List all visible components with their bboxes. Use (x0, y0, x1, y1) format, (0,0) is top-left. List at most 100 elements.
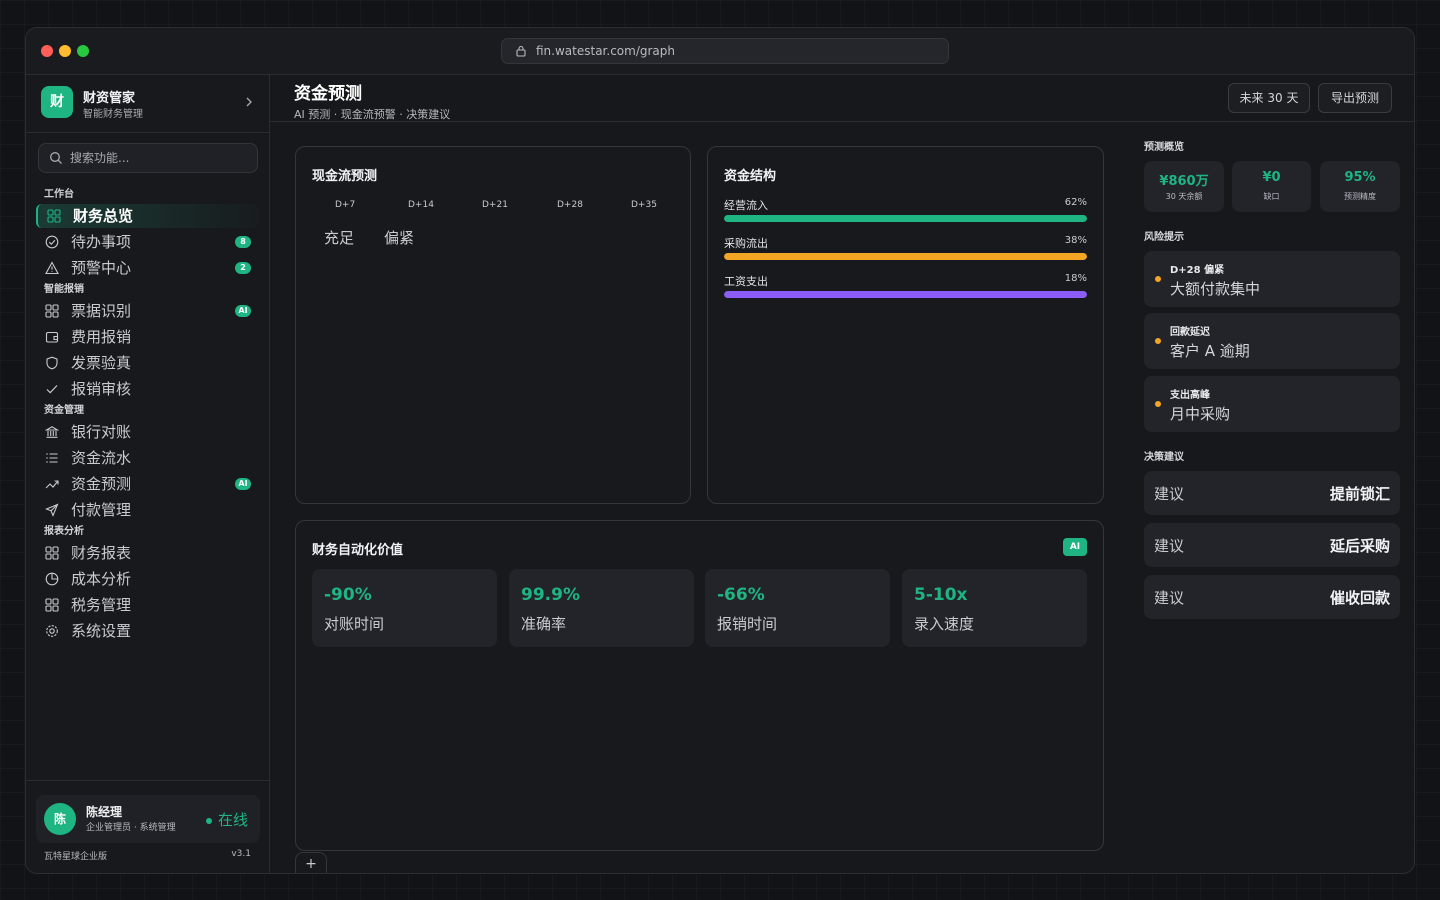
address-bar[interactable]: fin.watestar.com/graph (501, 38, 949, 64)
section-label-risks: 风险提示 (1144, 232, 1184, 243)
user-card[interactable]: 陈 陈经理 企业管理员 · 系统管理 在线 (36, 795, 260, 843)
lock-icon (516, 45, 526, 57)
bar-fill (724, 253, 1087, 260)
sidebar-item-alerts[interactable]: 预警中心 2 (36, 256, 259, 280)
bar-fill (724, 215, 1087, 222)
titlebar: fin.watestar.com/graph (26, 28, 1414, 75)
user-role: 企业管理员 · 系统管理 (86, 823, 176, 833)
sidebar-item-payments[interactable]: 付款管理 (36, 498, 259, 522)
kpi-tile: ¥0 缺口 (1232, 161, 1311, 212)
sidebar-item-expense-review[interactable]: 报销审核 (36, 377, 259, 401)
section-label-suggestions: 决策建议 (1144, 452, 1184, 463)
suggestion-action: 催收回款 (1329, 589, 1390, 607)
automation-value-card: 财务自动化价值 AI -90% 对账时间 99.9% 准确率 -66% 报销时间… (295, 520, 1104, 851)
trend-icon (45, 480, 59, 489)
sidebar-item-expense[interactable]: 费用报销 (36, 325, 259, 349)
brand-subtitle: 智能财务管理 (83, 109, 143, 120)
sidebar-item-label: 资金预测 (71, 475, 132, 493)
kpi-label: 预测精度 (1344, 192, 1376, 201)
search-placeholder: 搜索功能... (70, 151, 130, 165)
sidebar-item-financial-reports[interactable]: 财务报表 (36, 541, 259, 565)
maximize-window-button[interactable] (77, 45, 89, 57)
suggestion-prefix: 建议 (1154, 537, 1185, 555)
bar-percent: 62% (1064, 197, 1087, 208)
sidebar-item-todo[interactable]: 待办事项 8 (36, 230, 259, 254)
risk-item[interactable]: D+28 偏紧 大额付款集中 (1144, 251, 1400, 307)
suggestion-item[interactable]: 建议 催收回款 (1144, 575, 1400, 619)
structure-bar-row: 采购流出 38% (724, 235, 1087, 265)
count-badge: 8 (235, 236, 251, 248)
divider (26, 132, 269, 133)
metric-value: 99.9% (521, 585, 580, 605)
x-tick-label: D+35 (631, 200, 657, 210)
section-label-treasury: 资金管理 (44, 405, 84, 416)
brand-switcher[interactable]: 财 财资管家 智能财务管理 (41, 85, 256, 120)
sidebar-item-finance-overview[interactable]: 财务总览 (36, 204, 259, 228)
card-title: 财务自动化价值 (312, 543, 404, 558)
search-input[interactable]: 搜索功能... (38, 143, 258, 173)
sidebar-item-label: 资金流水 (71, 449, 132, 467)
sidebar-item-label: 税务管理 (71, 596, 132, 614)
sidebar-item-receipt-ocr[interactable]: 票据识别 AI (36, 299, 259, 323)
metric-label: 录入速度 (914, 615, 975, 633)
metric-label: 准确率 (521, 615, 567, 633)
legend-item: 充足 (324, 229, 355, 247)
x-tick-label: D+14 (408, 200, 434, 210)
kpi-value: ¥860万 (1159, 174, 1209, 189)
range-select-button[interactable]: 未来 30 天 (1228, 83, 1310, 113)
bar-percent: 18% (1064, 273, 1087, 284)
sidebar-item-cash-forecast[interactable]: 资金预测 AI (36, 472, 259, 496)
sidebar-item-label: 预警中心 (71, 259, 132, 277)
grid-icon (47, 209, 61, 223)
section-label-smart-expense: 智能报销 (44, 284, 84, 295)
sidebar-item-tax[interactable]: 税务管理 (36, 593, 259, 617)
suggestion-prefix: 建议 (1154, 485, 1185, 503)
sidebar-item-cash-flow[interactable]: 资金流水 (36, 446, 259, 470)
metric-label: 对账时间 (324, 615, 385, 633)
url-text: fin.watestar.com/graph (536, 44, 675, 58)
ai-badge: AI (1063, 538, 1087, 556)
metric-label: 报销时间 (717, 615, 778, 633)
fund-structure-card: 资金结构 经营流入 62% 采购流出 38% 工资支出 18% (707, 146, 1104, 504)
metric-value: 5-10x (914, 585, 968, 605)
page-subtitle: AI 预测 · 现金流预警 · 决策建议 (294, 108, 451, 121)
avatar: 陈 (44, 803, 76, 835)
suggestion-action: 延后采购 (1329, 537, 1390, 555)
risk-item[interactable]: 支出高峰 月中采购 (1144, 376, 1400, 432)
search-icon (50, 152, 62, 164)
metric-tile: 99.9% 准确率 (509, 569, 694, 647)
metric-tile: -66% 报销时间 (705, 569, 890, 647)
sidebar-item-cost-analysis[interactable]: 成本分析 (36, 567, 259, 591)
edition-label: 瓦特星球企业版 (44, 852, 108, 862)
suggestion-item[interactable]: 建议 提前锁汇 (1144, 471, 1400, 515)
bar-track (724, 253, 1087, 260)
warning-dot-icon (1155, 338, 1161, 344)
brand-logo: 财 (41, 86, 73, 118)
metric-tile: 5-10x 录入速度 (902, 569, 1087, 647)
risk-text: 大额付款集中 (1170, 280, 1261, 298)
export-button[interactable]: 导出预测 (1318, 83, 1392, 113)
sidebar-item-label: 票据识别 (71, 302, 132, 320)
bar-label: 经营流入 (724, 199, 768, 212)
grid-icon (45, 598, 59, 612)
structure-bar-row: 工资支出 18% (724, 273, 1087, 303)
sidebar-item-invoice-verify[interactable]: 发票验真 (36, 351, 259, 375)
minimize-window-button[interactable] (59, 45, 71, 57)
sidebar-item-label: 报销审核 (71, 380, 132, 398)
bar-label: 采购流出 (724, 237, 768, 250)
close-window-button[interactable] (41, 45, 53, 57)
metric-tile: -90% 对账时间 (312, 569, 497, 647)
list-icon (46, 453, 58, 463)
risk-item[interactable]: 回款延迟 客户 A 逾期 (1144, 313, 1400, 369)
metric-value: -66% (717, 585, 765, 605)
bar-percent: 38% (1064, 235, 1087, 246)
add-widget-button[interactable]: + (295, 852, 327, 873)
section-label-overview: 预测概览 (1144, 142, 1184, 153)
count-badge: 2 (235, 262, 251, 274)
sidebar: 财 财资管家 智能财务管理 搜索功能... 工作台 财务总览 待办事项 8 预警… (26, 75, 270, 873)
suggestion-item[interactable]: 建议 延后采购 (1144, 523, 1400, 567)
sidebar-item-settings[interactable]: 系统设置 (36, 619, 259, 643)
sidebar-item-bank-reconcile[interactable]: 银行对账 (36, 420, 259, 444)
kpi-tile: 95% 预测精度 (1320, 161, 1400, 212)
kpi-value: ¥0 (1262, 170, 1281, 185)
